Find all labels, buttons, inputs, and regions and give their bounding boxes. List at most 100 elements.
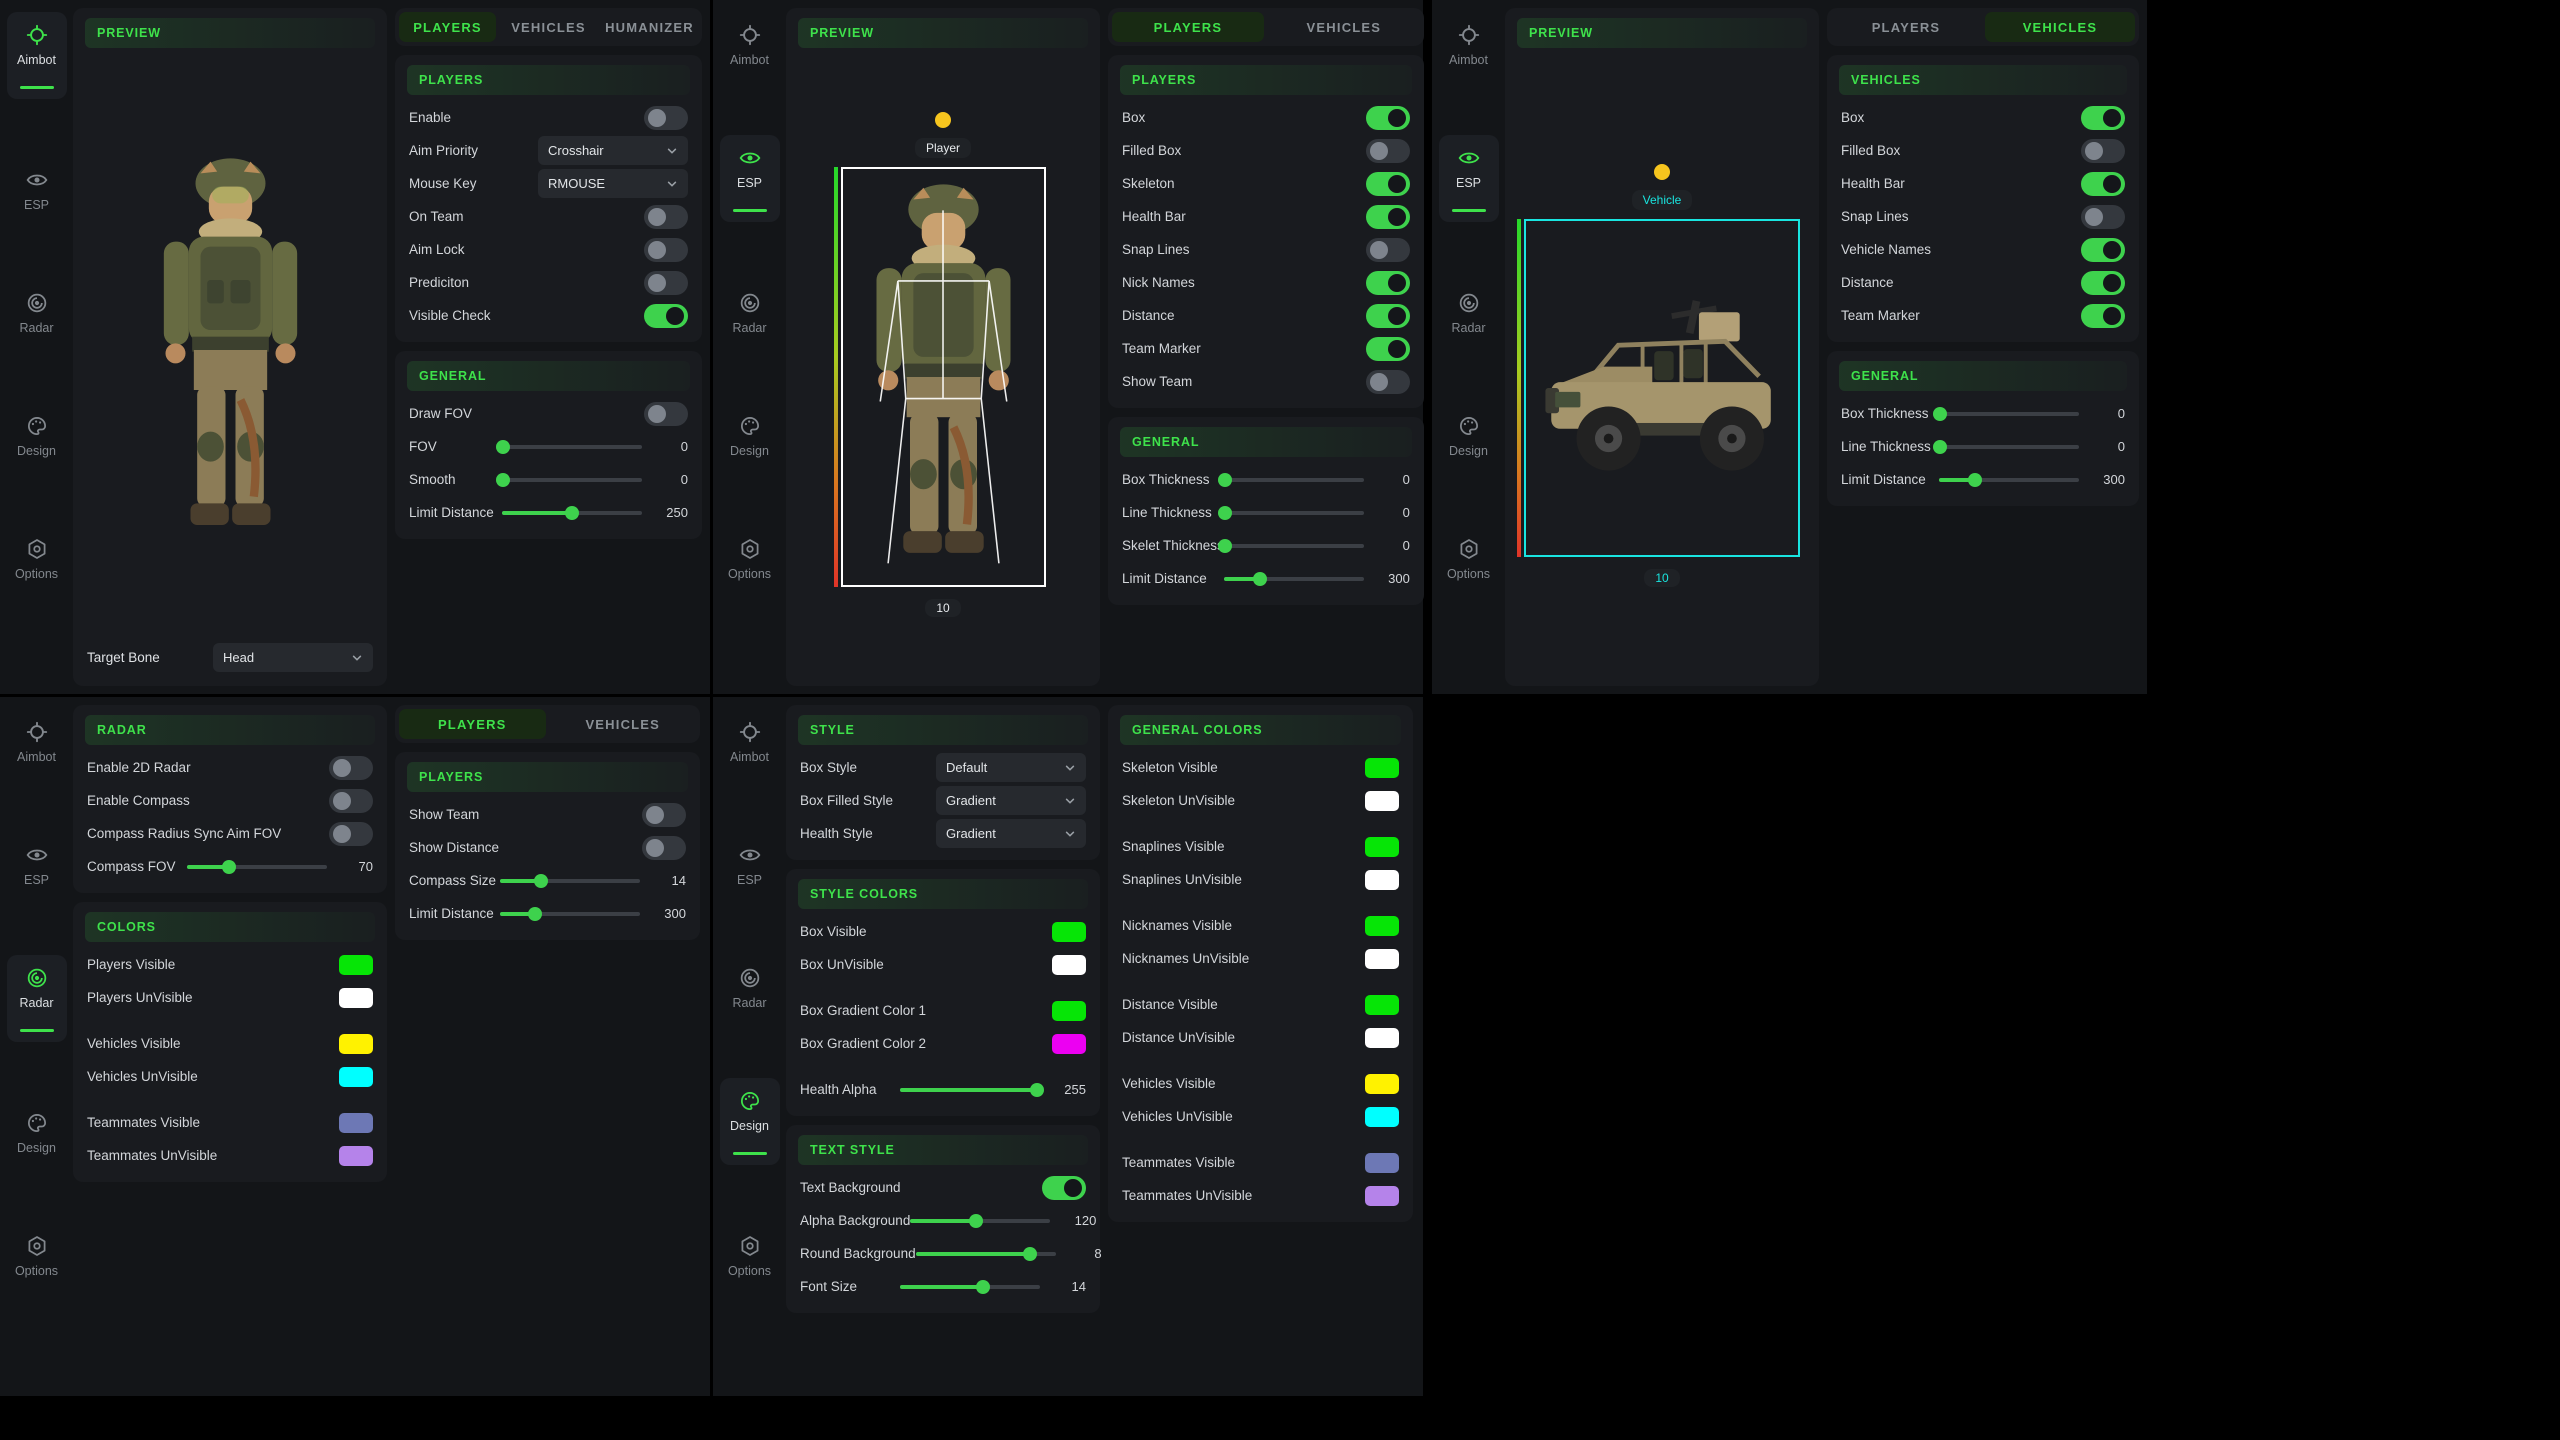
toggle-switch[interactable] (2081, 238, 2125, 262)
slider-track[interactable] (1224, 478, 1364, 482)
slider[interactable]: 120 (910, 1213, 1096, 1228)
toggle-switch[interactable] (329, 822, 373, 846)
color-swatch[interactable] (1052, 1034, 1086, 1054)
sidebar-item[interactable]: ESP (7, 832, 67, 897)
slider-thumb[interactable] (1933, 407, 1947, 421)
slider-track[interactable] (1224, 511, 1364, 515)
toggle-switch[interactable] (1366, 205, 1410, 229)
sidebar-item[interactable]: ESP (720, 832, 780, 897)
slider-track[interactable] (900, 1285, 1040, 1289)
dropdown-select[interactable]: RMOUSE (538, 169, 688, 198)
tab[interactable]: PLAYERS (399, 12, 496, 42)
toggle-switch[interactable] (644, 271, 688, 295)
sidebar-item[interactable]: Design (720, 1078, 780, 1165)
dropdown-select[interactable]: Crosshair (538, 136, 688, 165)
slider-track[interactable] (1939, 478, 2079, 482)
slider[interactable]: 300 (1224, 571, 1410, 586)
color-swatch[interactable] (1365, 916, 1399, 936)
slider[interactable]: 300 (500, 906, 686, 921)
toggle-switch[interactable] (1366, 337, 1410, 361)
slider[interactable]: 300 (1939, 472, 2125, 487)
toggle-switch[interactable] (2081, 205, 2125, 229)
sidebar-item[interactable]: Radar (720, 280, 780, 345)
toggle-switch[interactable] (2081, 139, 2125, 163)
color-swatch[interactable] (1052, 955, 1086, 975)
slider-thumb[interactable] (528, 907, 542, 921)
color-swatch[interactable] (1365, 758, 1399, 778)
color-swatch[interactable] (339, 955, 373, 975)
tab[interactable]: VEHICLES (500, 12, 597, 42)
target-bone-select[interactable]: Head (213, 643, 373, 672)
sidebar-item[interactable]: Design (1439, 403, 1499, 468)
sidebar-item[interactable]: Design (7, 1100, 67, 1165)
toggle-switch[interactable] (644, 106, 688, 130)
toggle-switch[interactable] (2081, 106, 2125, 130)
slider[interactable]: 14 (500, 873, 686, 888)
sidebar-item[interactable]: Radar (7, 280, 67, 345)
slider-track[interactable] (916, 1252, 1056, 1256)
color-swatch[interactable] (1365, 870, 1399, 890)
slider[interactable]: 0 (1224, 472, 1410, 487)
slider-thumb[interactable] (1933, 440, 1947, 454)
toggle-switch[interactable] (2081, 271, 2125, 295)
slider-thumb[interactable] (1253, 572, 1267, 586)
slider-thumb[interactable] (534, 874, 548, 888)
dropdown-select[interactable]: Default (936, 753, 1086, 782)
tab[interactable]: VEHICLES (1268, 12, 1420, 42)
color-swatch[interactable] (1365, 1107, 1399, 1127)
slider-track[interactable] (1939, 445, 2079, 449)
color-swatch[interactable] (1365, 949, 1399, 969)
toggle-switch[interactable] (1366, 238, 1410, 262)
toggle-switch[interactable] (644, 304, 688, 328)
color-swatch[interactable] (1365, 791, 1399, 811)
toggle-switch[interactable] (1366, 172, 1410, 196)
dropdown-select[interactable]: Gradient (936, 819, 1086, 848)
toggle-switch[interactable] (1366, 106, 1410, 130)
color-swatch[interactable] (1365, 1153, 1399, 1173)
slider-thumb[interactable] (222, 860, 236, 874)
tab[interactable]: VEHICLES (550, 709, 697, 739)
toggle-switch[interactable] (1042, 1176, 1086, 1200)
slider-thumb[interactable] (1218, 473, 1232, 487)
color-swatch[interactable] (339, 1067, 373, 1087)
toggle-switch[interactable] (2081, 172, 2125, 196)
toggle-switch[interactable] (644, 205, 688, 229)
slider-track[interactable] (1224, 577, 1364, 581)
slider-thumb[interactable] (969, 1214, 983, 1228)
sidebar-item[interactable]: Aimbot (720, 709, 780, 774)
slider[interactable]: 0 (502, 439, 688, 454)
slider-track[interactable] (500, 912, 640, 916)
toggle-switch[interactable] (1366, 139, 1410, 163)
toggle-switch[interactable] (329, 789, 373, 813)
toggle-switch[interactable] (644, 238, 688, 262)
slider[interactable]: 0 (1224, 538, 1410, 553)
slider-thumb[interactable] (1218, 539, 1232, 553)
slider-track[interactable] (1939, 412, 2079, 416)
slider-thumb[interactable] (565, 506, 579, 520)
slider-track[interactable] (910, 1219, 1050, 1223)
toggle-switch[interactable] (1366, 304, 1410, 328)
slider-thumb[interactable] (1968, 473, 1982, 487)
slider[interactable]: 0 (1224, 505, 1410, 520)
slider-thumb[interactable] (1023, 1247, 1037, 1261)
slider-thumb[interactable] (1030, 1083, 1044, 1097)
color-swatch[interactable] (339, 1113, 373, 1133)
color-swatch[interactable] (339, 988, 373, 1008)
toggle-switch[interactable] (642, 803, 686, 827)
color-swatch[interactable] (1052, 1001, 1086, 1021)
slider-thumb[interactable] (976, 1280, 990, 1294)
sidebar-item[interactable]: Aimbot (7, 709, 67, 774)
slider[interactable]: 0 (502, 472, 688, 487)
slider[interactable]: 0 (1939, 439, 2125, 454)
slider-track[interactable] (502, 511, 642, 515)
sidebar-item[interactable]: Options (720, 526, 780, 591)
tab[interactable]: PLAYERS (1112, 12, 1264, 42)
toggle-switch[interactable] (1366, 271, 1410, 295)
slider-thumb[interactable] (1218, 506, 1232, 520)
slider-track[interactable] (502, 478, 642, 482)
color-swatch[interactable] (339, 1146, 373, 1166)
sidebar-item[interactable]: ESP (1439, 135, 1499, 222)
color-swatch[interactable] (1365, 1186, 1399, 1206)
slider-thumb[interactable] (496, 440, 510, 454)
color-swatch[interactable] (1365, 995, 1399, 1015)
